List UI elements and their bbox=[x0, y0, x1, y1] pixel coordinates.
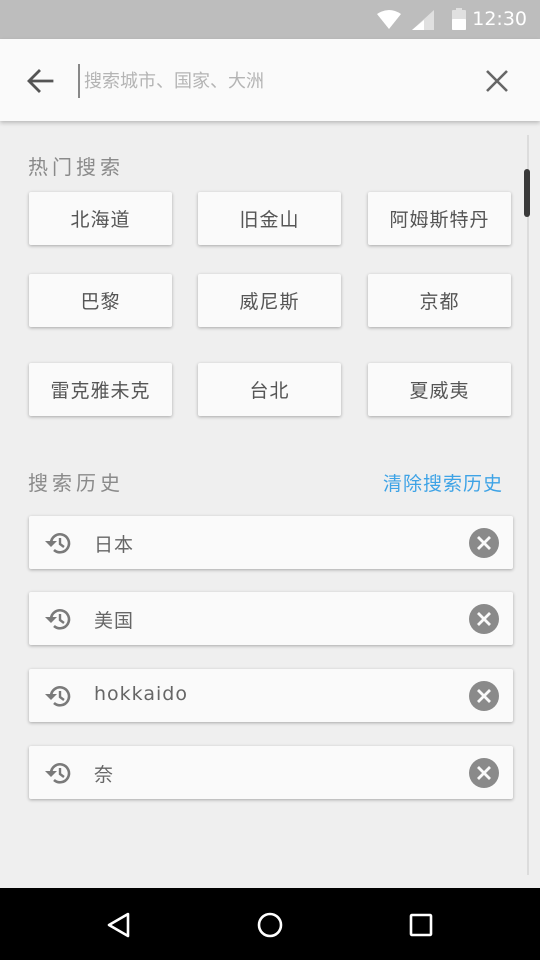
history-icon bbox=[45, 763, 71, 784]
close-icon[interactable] bbox=[484, 68, 510, 94]
system-nav-bar bbox=[0, 888, 540, 960]
history-item-label: 日本 bbox=[94, 534, 135, 556]
history-item-label: hokkaido bbox=[94, 683, 188, 705]
hot-chip-amsterdam[interactable]: 阿姆斯特丹 bbox=[368, 192, 511, 245]
status-bar: 12:30 bbox=[0, 0, 540, 39]
signal-icon bbox=[412, 10, 434, 30]
hot-chip-reykjavik[interactable]: 雷克雅未克 bbox=[29, 363, 172, 416]
remove-circle-icon[interactable] bbox=[468, 680, 500, 712]
hot-chip-hawaii[interactable]: 夏威夷 bbox=[368, 363, 511, 416]
hot-chip-hokkaido[interactable]: 北海道 bbox=[29, 192, 172, 245]
arrow-back-icon[interactable] bbox=[26, 67, 54, 95]
history-item-label: 奈 bbox=[94, 764, 115, 786]
remove-circle-icon[interactable] bbox=[468, 527, 500, 559]
wifi-icon bbox=[377, 10, 401, 29]
scrollbar-thumb[interactable] bbox=[524, 169, 530, 217]
history-item[interactable]: 美国 bbox=[29, 592, 513, 645]
recents-square-icon[interactable] bbox=[406, 910, 436, 940]
history-icon bbox=[45, 686, 71, 707]
remove-circle-icon[interactable] bbox=[468, 603, 500, 635]
hot-searches-title: 热门搜索 bbox=[28, 155, 124, 179]
search-header bbox=[0, 39, 540, 121]
hot-chip-venice[interactable]: 威尼斯 bbox=[198, 274, 341, 327]
history-item-label: 美国 bbox=[94, 610, 135, 632]
search-history-title: 搜索历史 bbox=[28, 471, 124, 495]
status-time: 12:30 bbox=[472, 8, 527, 30]
search-content: 热门搜索 北海道 旧金山 阿姆斯特丹 巴黎 威尼斯 京都 雷克雅未克 台北 夏威… bbox=[0, 121, 540, 888]
history-icon bbox=[45, 533, 71, 554]
remove-circle-icon[interactable] bbox=[468, 757, 500, 789]
history-item[interactable]: hokkaido bbox=[29, 669, 513, 722]
hot-chip-san-francisco[interactable]: 旧金山 bbox=[198, 192, 341, 245]
clear-history-button[interactable]: 清除搜索历史 bbox=[383, 469, 503, 496]
home-circle-icon[interactable] bbox=[255, 910, 285, 940]
history-item[interactable]: 奈 bbox=[29, 746, 513, 799]
scrollbar-track[interactable] bbox=[527, 135, 529, 875]
battery-icon bbox=[452, 8, 466, 30]
search-input[interactable] bbox=[78, 64, 458, 98]
hot-chip-kyoto[interactable]: 京都 bbox=[368, 274, 511, 327]
history-icon bbox=[45, 609, 71, 630]
history-item[interactable]: 日本 bbox=[29, 516, 513, 569]
back-triangle-icon[interactable] bbox=[104, 910, 134, 940]
hot-chip-taipei[interactable]: 台北 bbox=[198, 363, 341, 416]
hot-chip-paris[interactable]: 巴黎 bbox=[29, 274, 172, 327]
